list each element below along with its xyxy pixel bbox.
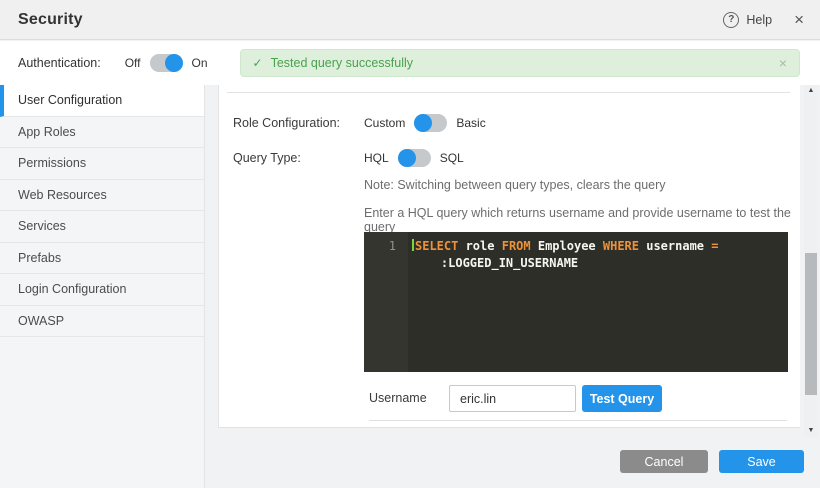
basic-label: Basic xyxy=(456,116,485,130)
content-panel: Role Configuration: Custom Basic Query T… xyxy=(218,85,800,428)
role-configuration-toggle[interactable] xyxy=(414,114,447,132)
banner-close-icon[interactable]: × xyxy=(779,55,787,71)
authentication-bar: Authentication: Off On ✓ Tested query su… xyxy=(0,41,820,85)
scrollbar-thumb[interactable] xyxy=(805,253,817,395)
close-icon[interactable]: × xyxy=(794,12,804,28)
authentication-label: Authentication: xyxy=(18,56,101,70)
auth-off-label: Off xyxy=(125,56,141,70)
scroll-down-icon[interactable]: ▼ xyxy=(804,425,818,437)
sidebar-item-login-configuration[interactable]: Login Configuration xyxy=(0,274,204,306)
section-divider xyxy=(227,92,790,93)
dialog-titlebar: Security ? Help × xyxy=(0,0,820,40)
help-icon: ? xyxy=(723,12,739,28)
code-line: SELECT role FROM Employee WHERE username… xyxy=(412,238,780,255)
footer-divider xyxy=(369,420,787,421)
query-code-editor[interactable]: 1 SELECT role FROM Employee WHERE userna… xyxy=(364,232,788,372)
editor-gutter: 1 xyxy=(364,232,408,372)
username-input[interactable] xyxy=(449,385,576,412)
sidebar-item-services[interactable]: Services xyxy=(0,211,204,243)
custom-label: Custom xyxy=(364,116,405,130)
sidebar: User ConfigurationApp RolesPermissionsWe… xyxy=(0,85,205,488)
sidebar-item-permissions[interactable]: Permissions xyxy=(0,148,204,180)
code-line: :LOGGED_IN_USERNAME xyxy=(412,255,780,272)
success-message: Tested query successfully xyxy=(271,56,779,70)
sidebar-item-user-configuration[interactable]: User Configuration xyxy=(0,85,204,117)
sidebar-item-owasp[interactable]: OWASP xyxy=(0,306,204,338)
query-type-label: Query Type: xyxy=(233,151,301,165)
help-label: Help xyxy=(746,13,772,27)
success-banner: ✓ Tested query successfully × xyxy=(240,49,800,77)
toggle-knob xyxy=(398,149,416,167)
sidebar-list: User ConfigurationApp RolesPermissionsWe… xyxy=(0,85,204,337)
page-title: Security xyxy=(18,11,83,29)
sidebar-item-prefabs[interactable]: Prefabs xyxy=(0,243,204,275)
query-type-row: HQL SQL xyxy=(364,148,464,168)
query-type-toggle[interactable] xyxy=(398,149,431,167)
username-label: Username xyxy=(369,385,427,412)
hql-label: HQL xyxy=(364,151,389,165)
line-number: 1 xyxy=(364,238,396,255)
help-button[interactable]: ? Help xyxy=(723,12,772,28)
query-hint-text: Enter a HQL query which returns username… xyxy=(364,206,800,234)
sidebar-item-app-roles[interactable]: App Roles xyxy=(0,117,204,149)
test-query-button[interactable]: Test Query xyxy=(582,385,662,412)
role-configuration-row: Custom Basic xyxy=(364,113,486,133)
editor-code-area: SELECT role FROM Employee WHERE username… xyxy=(408,232,788,372)
toggle-knob xyxy=(414,114,432,132)
role-configuration-label: Role Configuration: xyxy=(233,116,340,130)
scroll-up-icon[interactable]: ▲ xyxy=(804,85,818,97)
cancel-button[interactable]: Cancel xyxy=(620,450,708,473)
auth-on-label: On xyxy=(192,56,208,70)
toggle-knob xyxy=(165,54,183,72)
sql-label: SQL xyxy=(440,151,464,165)
text-cursor xyxy=(412,239,414,251)
query-switch-note: Note: Switching between query types, cle… xyxy=(364,178,666,192)
security-dialog: Security ? Help × Authentication: Off On… xyxy=(0,0,820,488)
authentication-toggle[interactable] xyxy=(150,54,183,72)
sidebar-item-web-resources[interactable]: Web Resources xyxy=(0,180,204,212)
save-button[interactable]: Save xyxy=(719,450,804,473)
vertical-scrollbar[interactable]: ▲ ▼ xyxy=(804,85,818,437)
check-icon: ✓ xyxy=(253,56,263,70)
